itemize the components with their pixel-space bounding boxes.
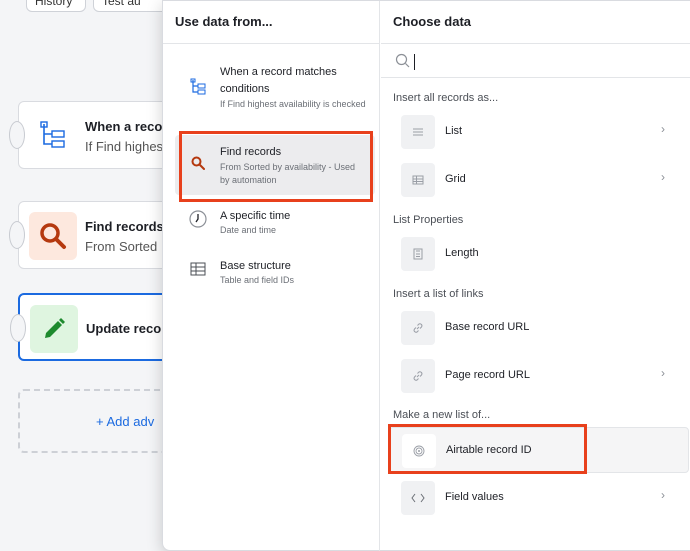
node-connector [9, 221, 25, 249]
list-icon [401, 115, 435, 149]
choose-data-header: Choose data [381, 1, 690, 44]
source-title: A specific time [220, 210, 291, 222]
option-page-record-url[interactable]: Page record URL › [389, 353, 689, 399]
search-input[interactable] [417, 51, 677, 73]
option-label: Page record URL [445, 369, 530, 381]
chevron-right-icon: › [661, 170, 665, 184]
section-insert-all: Insert all records as... [393, 92, 499, 104]
search-icon [29, 212, 77, 260]
chevron-right-icon: › [661, 488, 665, 502]
add-advanced-label: + Add adv [96, 414, 155, 429]
grid-icon [401, 163, 435, 197]
source-item-base-structure[interactable]: Base structure Table and field IDs [175, 256, 375, 292]
section-list-properties: List Properties [393, 214, 464, 226]
source-title: Base structure [220, 260, 291, 272]
text-cursor [414, 54, 415, 70]
option-label: List [445, 125, 463, 137]
chevron-right-icon: › [661, 122, 665, 136]
calculator-icon [401, 237, 435, 271]
history-label: History [35, 0, 73, 8]
link-icon [401, 359, 435, 393]
test-automation-button[interactable]: Test au [93, 0, 173, 12]
annotation-highlight-find-records [179, 131, 373, 202]
find-node-subtitle: From Sorted [85, 239, 158, 254]
clock-icon [189, 210, 207, 228]
table-icon [189, 260, 207, 278]
source-item-specific-time[interactable]: A specific time Date and time [175, 206, 375, 242]
source-title: When a record matches conditions [220, 66, 337, 95]
section-insert-links: Insert a list of links [393, 288, 484, 300]
node-connector [9, 121, 25, 149]
source-column: Use data from... When a record matches c… [163, 1, 380, 551]
history-button[interactable]: History [26, 0, 86, 12]
option-grid[interactable]: Grid › [389, 157, 689, 203]
link-icon [401, 311, 435, 345]
code-icon [401, 481, 435, 515]
pencil-icon [30, 305, 78, 353]
source-item-trigger[interactable]: When a record matches conditions If Find… [175, 62, 375, 126]
update-node-title: Update reco [86, 321, 162, 336]
trigger-node-title: When a reco [85, 119, 163, 134]
option-length[interactable]: Length [389, 231, 689, 277]
source-subtitle: Date and time [220, 225, 277, 235]
option-label: Grid [445, 173, 466, 185]
option-base-record-url[interactable]: Base record URL [389, 305, 689, 351]
test-label: Test au [102, 0, 141, 8]
trigger-node-subtitle: If Find highes [85, 139, 164, 154]
option-label: Base record URL [445, 321, 530, 333]
search-bar[interactable] [381, 45, 690, 78]
option-label: Field values [445, 491, 504, 503]
source-header: Use data from... [163, 1, 379, 44]
option-label: Length [445, 247, 479, 259]
search-icon [395, 53, 411, 74]
section-new-list: Make a new list of... [393, 409, 491, 421]
tree-icon [189, 78, 207, 96]
tree-icon [29, 112, 77, 160]
source-subtitle: Table and field IDs [220, 275, 295, 285]
node-connector [10, 314, 26, 342]
find-node-title: Find records [85, 219, 164, 234]
option-field-values[interactable]: Field values › [389, 475, 689, 521]
option-list[interactable]: List › [389, 109, 689, 155]
source-subtitle: If Find highest availability is checked [220, 99, 366, 109]
annotation-highlight-record-id [388, 424, 587, 474]
chevron-right-icon: › [661, 366, 665, 380]
